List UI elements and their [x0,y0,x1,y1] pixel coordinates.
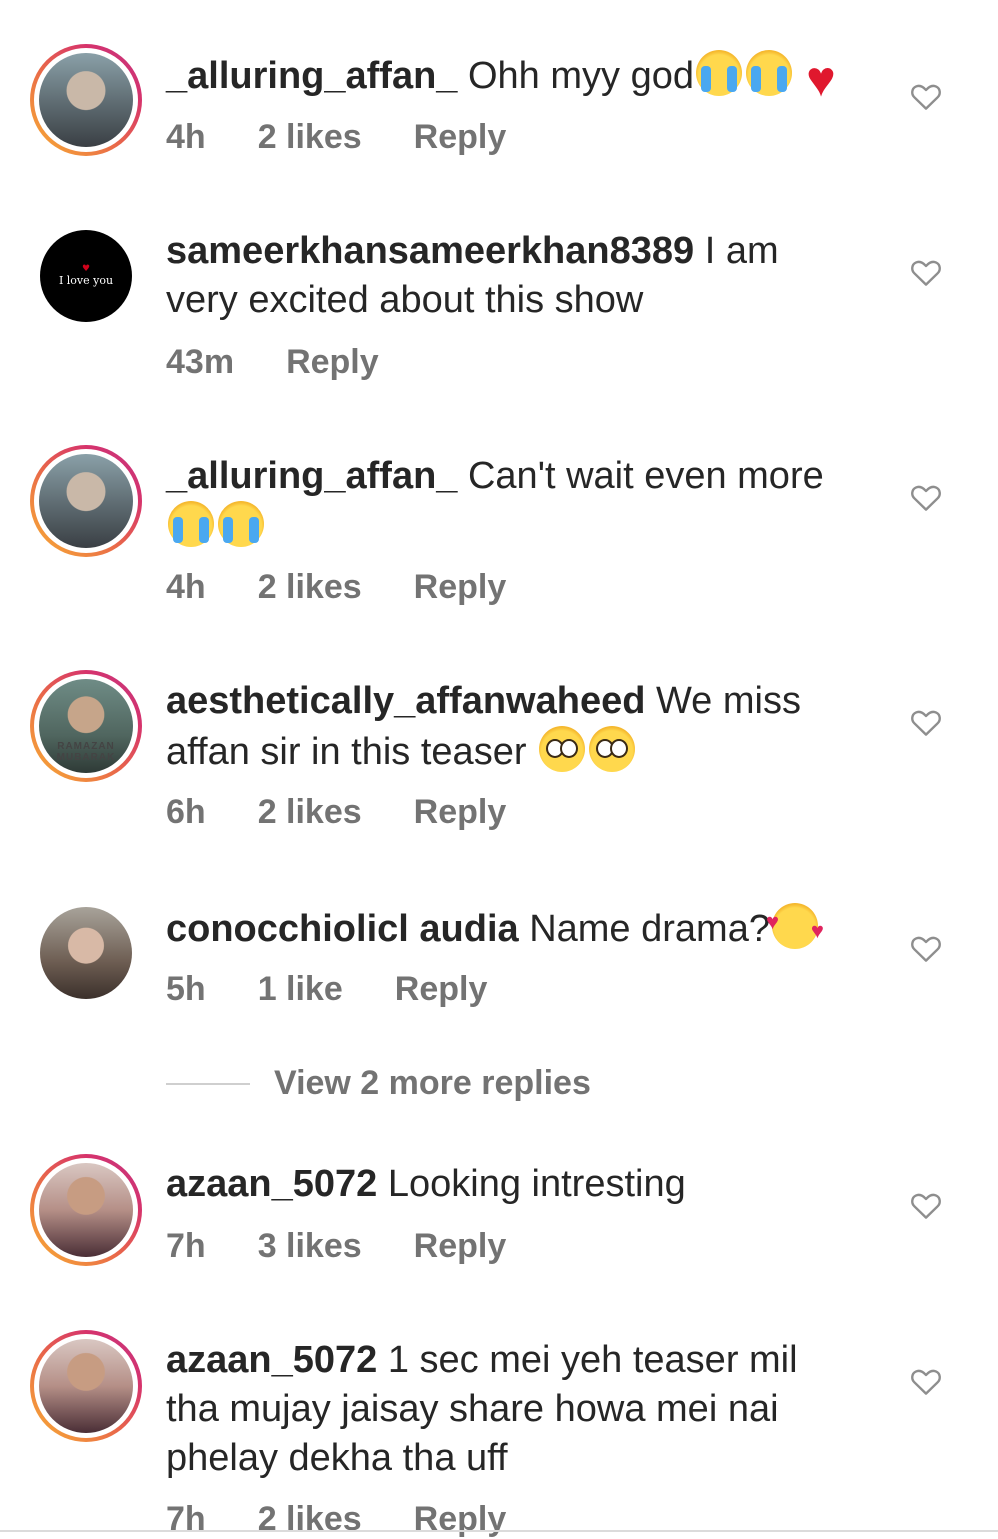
avatar [40,907,132,999]
avatar-story-ring[interactable] [30,44,142,156]
heart-icon: ♥ [81,264,91,274]
comment-time: 43m [166,343,235,381]
like-heart-icon[interactable] [910,1366,942,1396]
comment-meta: 7h 2 likes Reply [166,1500,558,1539]
loudly-crying-face-icon [745,50,792,96]
comment-body: _alluring_affan_ Ohh myy god ♥ [166,50,856,107]
comment-likes[interactable]: 1 like [258,970,343,1009]
comment-username[interactable]: _alluring_affan_ [166,55,457,97]
comment-time: 4h [166,118,206,156]
comment-meta: 7h 3 likes Reply [166,1227,558,1266]
comment-time: 6h [166,793,206,831]
comment-text: Ohh myy god [467,55,694,97]
avatar-container[interactable] [30,897,142,1009]
comment-username[interactable]: aesthetically_affanwaheed [166,680,645,722]
comment-time: 7h [166,1227,206,1265]
comment-time: 7h [166,1500,206,1538]
avatar-ring-gap [34,48,138,152]
comment-username[interactable]: azaan_5072 [166,1339,377,1381]
loudly-crying-face-icon [218,501,264,547]
comment-time: 4h [166,568,206,606]
avatar [39,454,133,548]
avatar-story-ring[interactable] [30,1154,142,1266]
avatar [39,1339,133,1433]
comment-time: 5h [166,970,206,1008]
pleading-face-icon [589,726,636,772]
like-heart-icon[interactable] [910,933,942,963]
view-more-replies-label[interactable]: View 2 more replies [274,1064,591,1103]
like-heart-icon[interactable] [910,257,942,287]
avatar-container[interactable]: ♥ I love you [30,220,142,332]
comment-username[interactable]: _alluring_affan_ [166,455,457,497]
avatar-caption: I love you [58,274,114,287]
comment-body: sameerkhansameerkhan8389 I am very excit… [166,227,856,325]
reply-button[interactable]: Reply [286,343,379,382]
avatar-caption: RAMAZAN MUBARAK [56,741,116,763]
comment-body: azaan_5072 1 sec mei yeh teaser mil tha … [166,1336,856,1483]
comment-text: Can't wait even more [467,455,824,497]
like-heart-icon[interactable] [910,1190,942,1220]
avatar: ♥ I love you [40,230,132,322]
bottom-divider [0,1530,998,1532]
pleading-face-icon [539,726,586,772]
avatar-story-ring[interactable] [30,445,142,557]
like-heart-icon[interactable] [910,81,942,111]
view-more-replies[interactable]: View 2 more replies [166,1064,591,1103]
avatar-ring-gap [34,449,138,553]
avatar-ring-gap: RAMAZAN MUBARAK [34,674,138,778]
comment-body: conocchiolicl audia Name drama? [166,897,856,955]
comment-meta: 4h 2 likes Reply [166,118,558,157]
avatar: RAMAZAN MUBARAK [39,679,133,773]
comment-body: aesthetically_affanwaheed We miss affan … [166,677,856,777]
like-heart-icon[interactable] [910,482,942,512]
comment-meta: 43m Reply [166,343,431,382]
loudly-crying-face-icon [168,501,214,547]
divider-line [166,1082,250,1085]
comment-likes[interactable]: 3 likes [258,1227,362,1266]
comment-body: azaan_5072 Looking intresting [166,1160,856,1209]
avatar-story-ring[interactable] [30,1330,142,1442]
comment-username[interactable]: azaan_5072 [166,1163,377,1205]
comment-username[interactable]: conocchiolicl audia [166,908,519,950]
comment-likes[interactable]: 2 likes [258,1500,362,1539]
comment-likes[interactable]: 2 likes [258,568,362,607]
avatar [39,1163,133,1257]
loudly-crying-face-icon [695,50,742,96]
reply-button[interactable]: Reply [414,118,507,157]
comment-username[interactable]: sameerkhansameerkhan8389 [166,230,694,272]
avatar-story-ring[interactable]: RAMAZAN MUBARAK [30,670,142,782]
smiling-face-with-hearts-icon [766,897,824,955]
reply-button[interactable]: Reply [395,970,488,1009]
reply-button[interactable]: Reply [414,793,507,832]
comment-meta: 4h 2 likes Reply [166,568,558,607]
avatar-ring-gap [34,1158,138,1262]
red-heart-icon: ♥ [806,51,836,107]
avatar [39,53,133,147]
avatar-ring-gap [34,1334,138,1438]
reply-button[interactable]: Reply [414,1227,507,1266]
reply-button[interactable]: Reply [414,568,507,607]
reply-button[interactable]: Reply [414,1500,507,1539]
comment-likes[interactable]: 2 likes [258,118,362,157]
like-heart-icon[interactable] [910,707,942,737]
comment-text: Name drama? [529,908,770,950]
comment-body: _alluring_affan_ Can't wait even more [166,452,856,552]
comment-likes[interactable]: 2 likes [258,793,362,832]
comment-text: Looking intresting [387,1163,686,1205]
comment-meta: 6h 2 likes Reply [166,793,558,832]
comment-meta: 5h 1 like Reply [166,970,539,1009]
